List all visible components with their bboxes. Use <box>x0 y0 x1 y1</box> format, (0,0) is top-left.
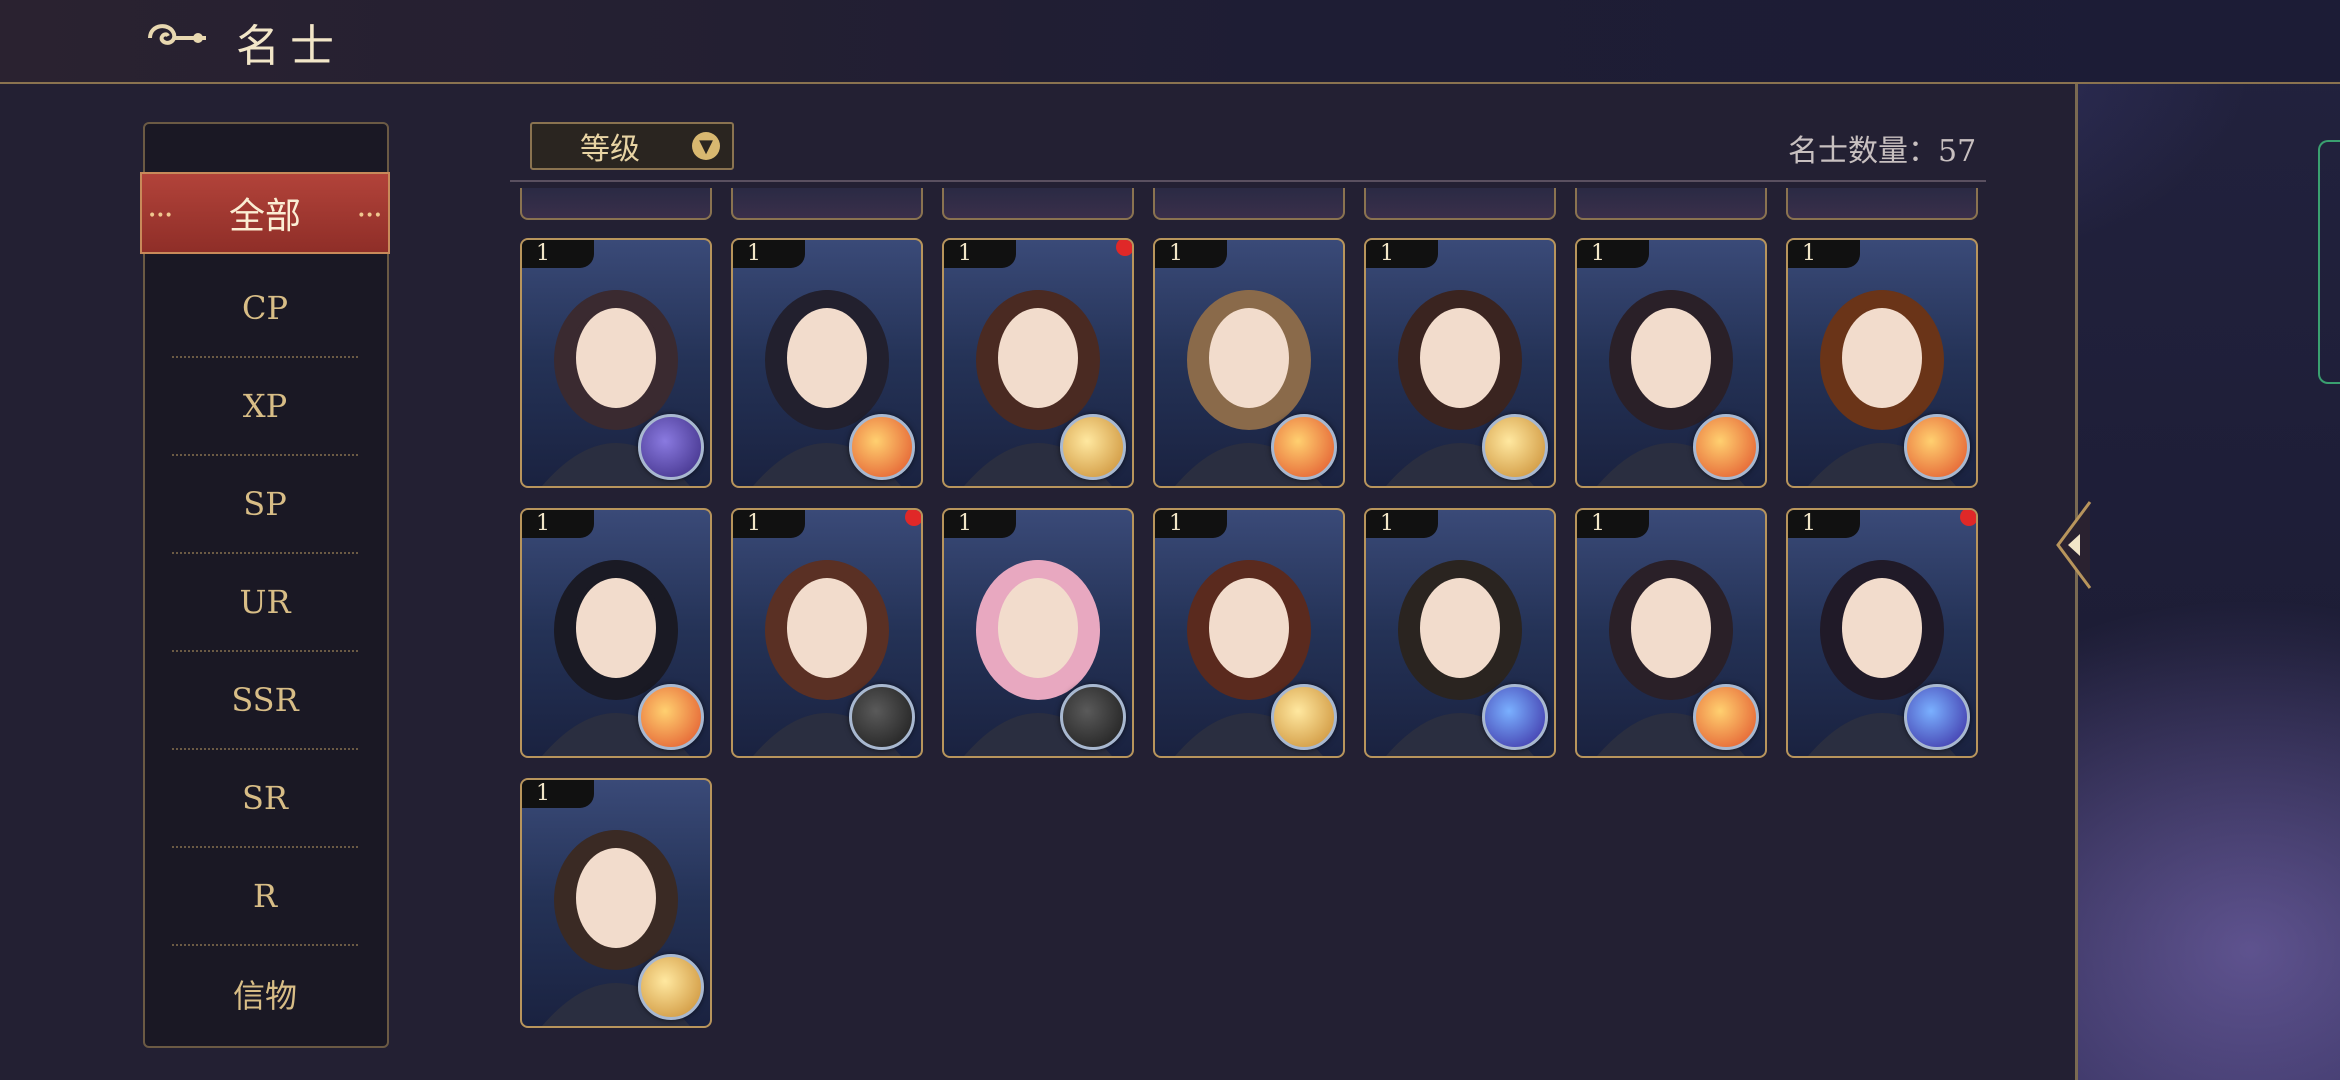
character-card[interactable]: 1 <box>1153 508 1345 758</box>
level-badge: 1 <box>1155 240 1227 268</box>
sort-dropdown[interactable]: 等级 ▼ <box>530 122 734 170</box>
filter-all-tab[interactable]: ••• 全部 ••• <box>140 172 390 254</box>
fire-orb-icon <box>1904 414 1970 480</box>
card-partial[interactable] <box>731 188 923 220</box>
collapse-arrow-icon[interactable] <box>2050 500 2092 590</box>
notification-dot <box>1960 510 1976 526</box>
character-card[interactable]: 1 <box>1575 238 1767 488</box>
gold-orb-icon <box>638 954 704 1020</box>
side-tab[interactable] <box>2318 140 2340 384</box>
fire-orb-icon <box>1693 684 1759 750</box>
filter-label: 全部 <box>228 196 301 237</box>
decor-dots: ••• <box>357 208 382 224</box>
filter-ssr-tab[interactable]: SSR <box>172 652 358 750</box>
filter-sp-tab[interactable]: SP <box>172 456 358 554</box>
level-badge: 1 <box>1788 240 1860 268</box>
character-card[interactable]: 1 <box>1786 508 1978 758</box>
level-badge: 1 <box>944 240 1016 268</box>
filter-cp-tab[interactable]: CP <box>172 260 358 358</box>
level-badge: 1 <box>522 240 594 268</box>
card-partial[interactable] <box>1575 188 1767 220</box>
card-partial[interactable] <box>520 188 712 220</box>
level-badge: 1 <box>1366 510 1438 538</box>
level-badge: 1 <box>1788 510 1860 538</box>
filter-xp-tab[interactable]: XP <box>172 358 358 456</box>
filter-ur-tab[interactable]: UR <box>172 554 358 652</box>
filter-r-tab[interactable]: R <box>172 848 358 946</box>
filter-label: XP <box>242 387 288 425</box>
blue-star-orb-icon <box>1904 684 1970 750</box>
notification-dot <box>1116 240 1132 256</box>
compass-icon <box>849 684 915 750</box>
level-badge: 1 <box>1155 510 1227 538</box>
card-partial[interactable] <box>1153 188 1345 220</box>
filter-token-tab[interactable]: 信物 <box>172 946 358 1042</box>
character-card[interactable]: 1 <box>520 508 712 758</box>
cloud-swirl-icon <box>148 24 206 45</box>
fire-orb-icon <box>849 414 915 480</box>
character-card[interactable]: 1 <box>520 238 712 488</box>
character-card[interactable]: 1 <box>731 238 923 488</box>
filter-label: 信物 <box>232 977 297 1015</box>
level-badge: 1 <box>1577 510 1649 538</box>
gold-orb-icon <box>1271 684 1337 750</box>
character-card[interactable]: 1 <box>1786 238 1978 488</box>
character-card[interactable]: 1 <box>942 508 1134 758</box>
sort-label: 等级 <box>580 132 640 167</box>
filter-label: SSR <box>231 681 299 719</box>
character-count: 名士数量：57 <box>1788 134 1977 169</box>
decor-dots: ••• <box>148 208 173 224</box>
page-title: 名士 <box>236 21 344 72</box>
level-badge: 1 <box>1577 240 1649 268</box>
top-bar: 名士 <box>0 0 2340 84</box>
character-card[interactable]: 1 <box>731 508 923 758</box>
filter-label: SR <box>241 779 288 817</box>
gold-orb-icon <box>1060 414 1126 480</box>
level-badge: 1 <box>733 240 805 268</box>
fire-orb-icon <box>1271 414 1337 480</box>
gold-orb-icon <box>1482 414 1548 480</box>
level-badge: 1 <box>522 780 594 808</box>
card-partial[interactable] <box>1786 188 1978 220</box>
card-partial[interactable] <box>1364 188 1556 220</box>
card-partial[interactable] <box>942 188 1134 220</box>
compass-icon <box>1060 684 1126 750</box>
character-card[interactable]: 1 <box>520 778 712 1028</box>
character-card[interactable]: 1 <box>1364 508 1556 758</box>
blue-star-orb-icon <box>1482 684 1548 750</box>
filter-label: SP <box>243 485 287 523</box>
level-badge: 1 <box>733 510 805 538</box>
level-badge: 1 <box>944 510 1016 538</box>
divider <box>510 180 1986 182</box>
purple-moon-icon <box>638 414 704 480</box>
fire-orb-icon <box>638 684 704 750</box>
filter-label: R <box>252 877 278 915</box>
level-badge: 1 <box>522 510 594 538</box>
filter-label: CP <box>241 289 288 327</box>
character-card[interactable]: 1 <box>942 238 1134 488</box>
level-badge: 1 <box>1366 240 1438 268</box>
character-card[interactable]: 1 <box>1575 508 1767 758</box>
character-card[interactable]: 1 <box>1364 238 1556 488</box>
chevron-down-icon: ▼ <box>692 132 720 160</box>
filter-label: UR <box>239 583 291 621</box>
fire-orb-icon <box>1693 414 1759 480</box>
notification-dot <box>905 510 921 526</box>
character-card[interactable]: 1 <box>1153 238 1345 488</box>
filter-sr-tab[interactable]: SR <box>172 750 358 848</box>
